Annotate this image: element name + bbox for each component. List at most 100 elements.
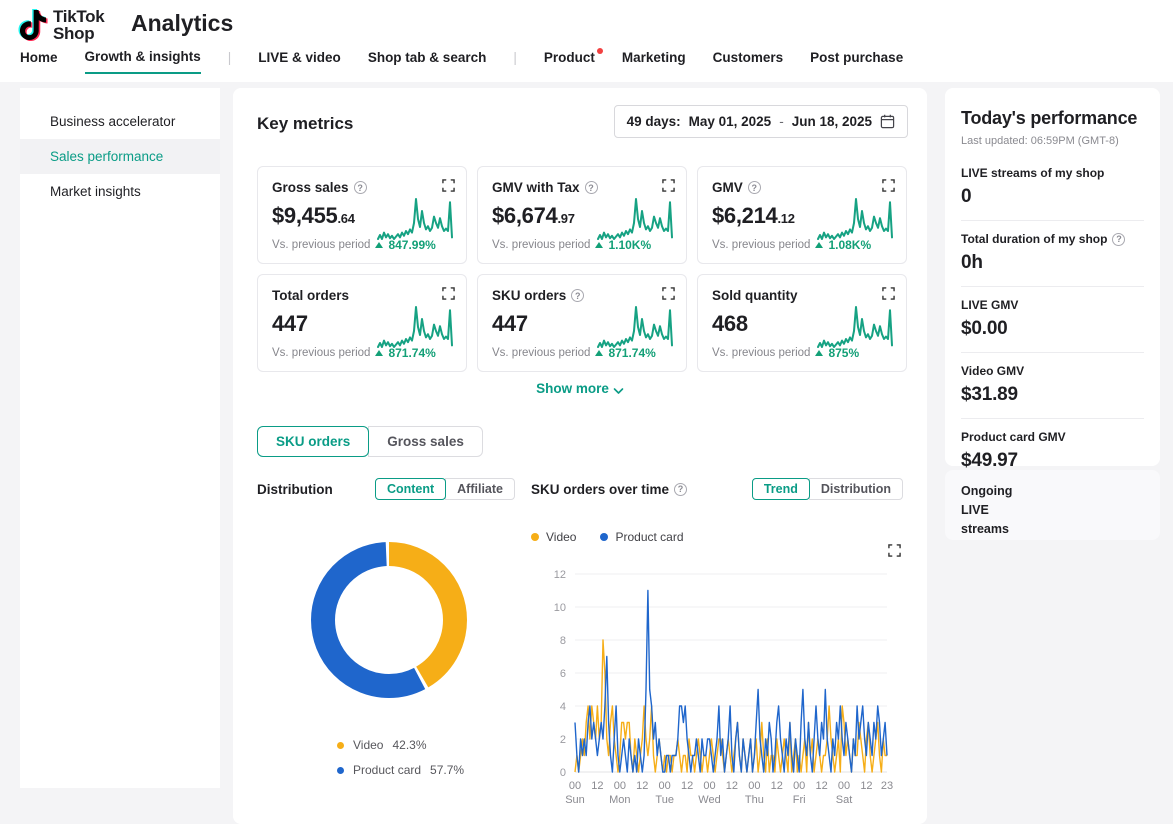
svg-text:12: 12 [771,780,783,792]
nav-item-post-purchase[interactable]: Post purchase [810,50,903,73]
svg-text:12: 12 [860,780,872,792]
product-card-legend-dot [337,767,344,774]
metric-title: SKU orders [492,288,566,303]
donut-chart [305,536,515,704]
expand-icon[interactable] [442,287,455,300]
nav-item-product[interactable]: Product [544,50,595,73]
main-panel: Key metrics 49 days: May 01, 2025 - Jun … [233,88,927,824]
vs-previous-label: Vs. previous period [712,239,810,251]
tiktok-note-icon [18,8,48,42]
metric-card-total-orders: Total orders447Vs. previous period871.74… [257,274,467,372]
logo-line-1: TikTok [53,8,104,25]
help-icon[interactable]: ? [674,483,687,496]
help-icon[interactable]: ? [585,181,598,194]
metric-title: Gross sales [272,180,349,195]
tiktok-shop-logo[interactable]: TikTok Shop [18,8,104,42]
svg-text:Mon: Mon [609,794,630,806]
expand-icon[interactable] [888,544,901,557]
page-title: Analytics [131,10,233,37]
product-card-legend-dot [600,533,608,541]
help-icon[interactable]: ? [748,181,761,194]
video-legend-dot [337,742,344,749]
nav-item-marketing[interactable]: Marketing [622,50,686,73]
metric-card-gross-sales: Gross sales?$9,455.64Vs. previous period… [257,166,467,264]
toggle-content[interactable]: Content [375,478,446,500]
metric-card-sku-orders: SKU orders?447Vs. previous period871.74% [477,274,687,372]
key-metrics-title: Key metrics [257,114,353,134]
show-more-link[interactable]: Show more [233,381,927,396]
content-affiliate-toggle: Content Affiliate [375,478,515,500]
vs-previous-label: Vs. previous period [492,347,590,359]
sidebar-item-sales-performance[interactable]: Sales performance [20,139,220,174]
trend-distribution-toggle: Trend Distribution [752,478,903,500]
calendar-icon [880,114,895,129]
expand-icon[interactable] [442,179,455,192]
metric-card-sold-quantity: Sold quantity468Vs. previous period875% [697,274,907,372]
todays-performance-title: Today's performance [961,108,1144,129]
sidebar-item-market-insights[interactable]: Market insights [20,174,220,209]
metric-title: Total orders [272,288,349,303]
legend-item-product-card: Product card 57.7% [337,763,515,777]
nav-item-live-video[interactable]: LIVE & video [258,50,341,73]
nav-item-growth-insights[interactable]: Growth & insights [85,49,201,74]
metric-title: GMV [712,180,743,195]
svg-text:23: 23 [881,780,893,792]
today-metric-live-streams-of-my-shop: LIVE streams of my shop0 [961,155,1144,221]
toggle-distribution[interactable]: Distribution [809,478,903,500]
svg-text:12: 12 [726,780,738,792]
date-range-days: 49 days: [627,114,681,129]
today-metric-live-gmv: LIVE GMV$0.00 [961,287,1144,353]
line-chart-legend: Video Product card [531,530,903,544]
toggle-trend[interactable]: Trend [752,478,810,500]
orders-over-time-section: SKU orders over time ? Trend Distributio… [531,478,903,810]
svg-text:00: 00 [838,780,850,792]
expand-icon[interactable] [882,287,895,300]
line-series-product-card [575,591,887,773]
logo-wordmark: TikTok Shop [53,8,104,42]
sparkline-chart [376,195,454,243]
svg-text:6: 6 [560,668,566,680]
legend-item-video: Video 42.3% [337,738,515,752]
date-range-start: May 01, 2025 [689,114,772,129]
nav-item-home[interactable]: Home [20,50,58,73]
ongoing-live-streams-label: Ongoing LIVE streams [961,482,1031,539]
tab-gross-sales[interactable]: Gross sales [368,426,483,457]
today-metric-video-gmv: Video GMV$31.89 [961,353,1144,419]
nav-divider: | [228,50,232,73]
vs-previous-label: Vs. previous period [492,239,590,251]
svg-text:00: 00 [659,780,671,792]
nav-item-shop-tab-search[interactable]: Shop tab & search [368,50,487,73]
help-icon[interactable]: ? [1112,233,1125,246]
today-metric-total-duration-of-my-shop: Total duration of my shop?0h [961,221,1144,287]
ongoing-live-streams-card: Ongoing LIVE streams [945,470,1160,540]
svg-text:4: 4 [560,701,566,713]
donut-legend: Video 42.3% Product card 57.7% [337,738,515,777]
nav-item-customers[interactable]: Customers [713,50,784,73]
svg-text:12: 12 [681,780,693,792]
nav-divider: | [513,50,517,73]
svg-text:Sat: Sat [836,794,853,806]
expand-icon[interactable] [662,179,675,192]
legend-item-product-card: Product card [600,530,683,544]
sidebar-item-business-accelerator[interactable]: Business accelerator [20,104,220,139]
today-metric-value: 0 [961,186,1144,208]
sparkline-chart [596,303,674,351]
svg-text:2: 2 [560,734,566,746]
today-metric-value: 0h [961,252,1144,274]
tab-sku-orders[interactable]: SKU orders [257,426,369,457]
metric-tab-group: SKU orders Gross sales [257,426,483,457]
svg-text:0: 0 [560,767,566,779]
toggle-affiliate[interactable]: Affiliate [445,478,515,500]
sparkline-chart [376,303,454,351]
vs-previous-label: Vs. previous period [272,239,370,251]
expand-icon[interactable] [882,179,895,192]
date-range-picker[interactable]: 49 days: May 01, 2025 - Jun 18, 2025 [614,105,908,138]
svg-text:00: 00 [748,780,760,792]
new-badge-dot [597,48,603,54]
svg-text:10: 10 [554,602,566,614]
help-icon[interactable]: ? [354,181,367,194]
logo-line-2: Shop [53,25,104,42]
expand-icon[interactable] [662,287,675,300]
help-icon[interactable]: ? [571,289,584,302]
todays-performance-panel: Today's performance Last updated: 06:59P… [945,88,1160,466]
